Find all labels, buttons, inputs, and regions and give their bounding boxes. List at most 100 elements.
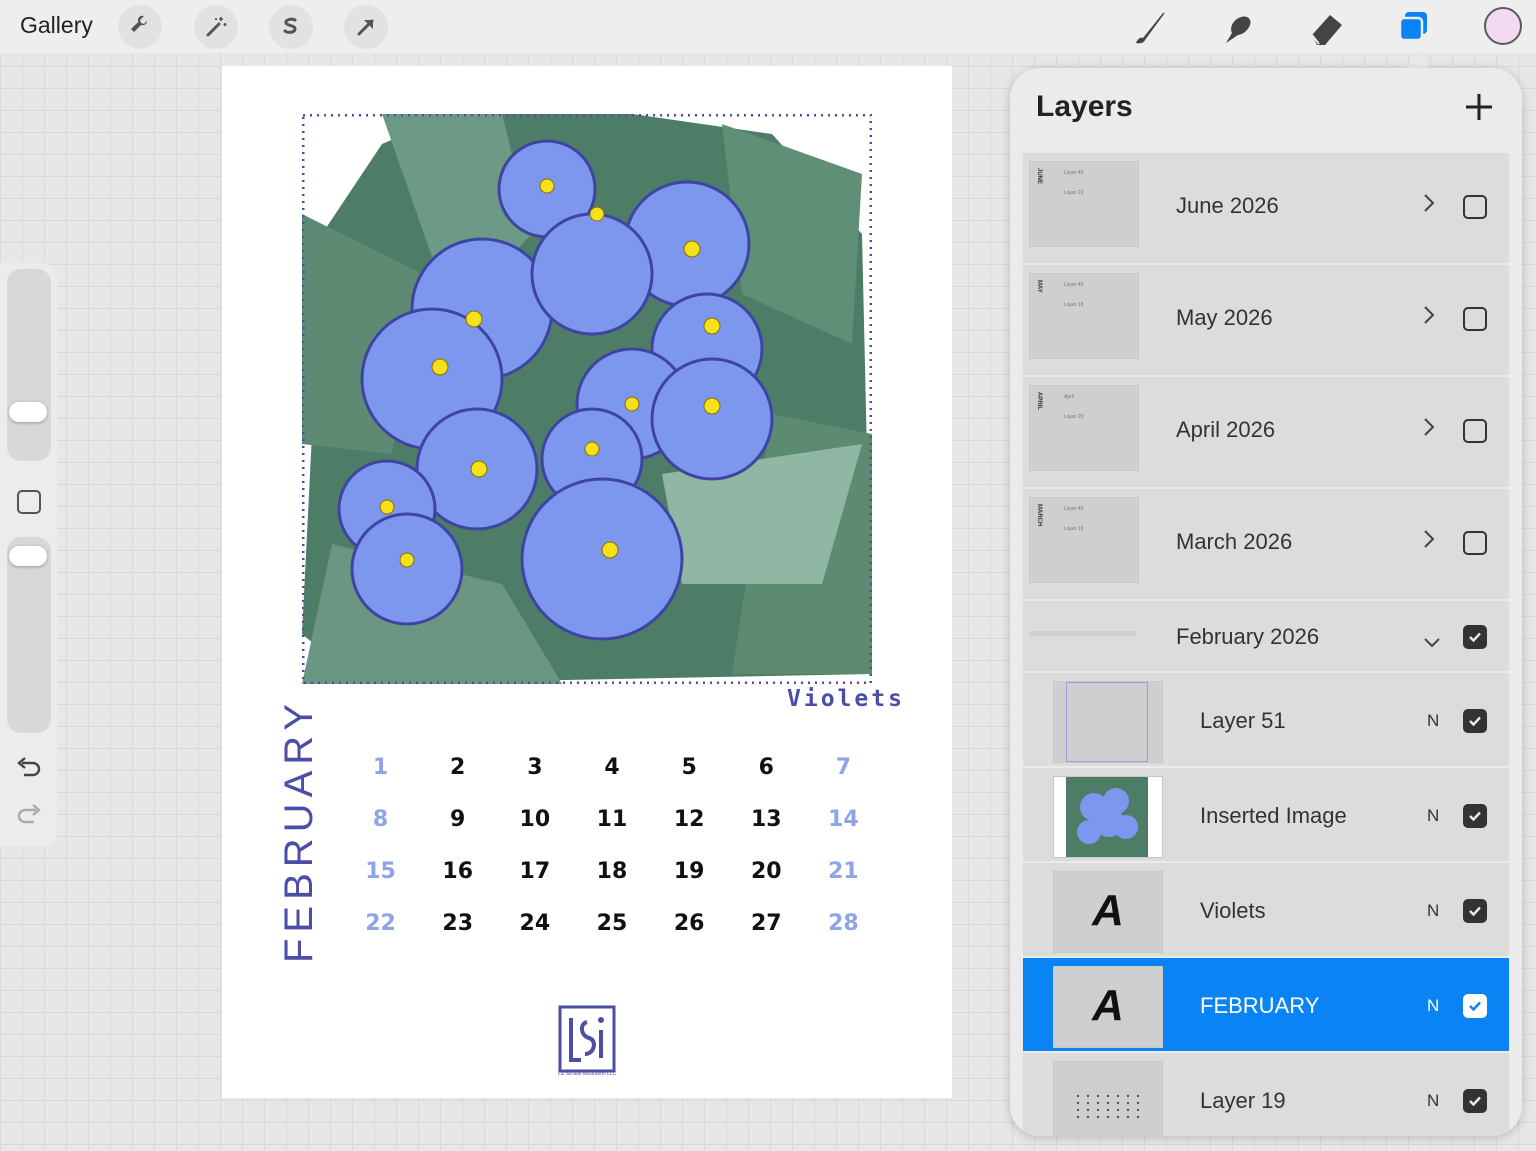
layer-group-thumbnail: JUNE Layer 46 Layer 22	[1029, 161, 1139, 247]
calendar-day: 6	[758, 754, 774, 780]
layer-row[interactable]: Layer 19 N	[1023, 1053, 1509, 1136]
top-toolbar: Gallery	[0, 0, 1536, 53]
blend-mode-button[interactable]: N	[1427, 711, 1439, 731]
gallery-button[interactable]: Gallery	[20, 12, 93, 39]
thumbnail-label: APRIL	[1036, 392, 1042, 410]
chevron-down-icon[interactable]	[1423, 629, 1441, 655]
visibility-checkbox[interactable]	[1463, 419, 1487, 443]
calendar-day: 8	[372, 806, 389, 832]
modify-button[interactable]	[17, 490, 41, 514]
violets-illustration	[302, 114, 872, 684]
blend-mode-button[interactable]: N	[1427, 806, 1439, 826]
layer-group-row[interactable]: APRIL April Layer 20 April 2026	[1023, 377, 1509, 489]
layer-thumbnail	[1053, 776, 1163, 858]
chevron-right-icon[interactable]	[1423, 529, 1435, 555]
calendar-day: 27	[750, 910, 782, 936]
drawing-canvas[interactable]: Violets FEBRUARY 1 2 3 4 5 6 7 8 9 10 11 12 13 14 15 16…	[222, 66, 952, 1098]
thumbnail-label: MARCH	[1036, 504, 1042, 527]
calendar-day: 11	[596, 806, 628, 832]
visibility-checkbox[interactable]	[1463, 307, 1487, 331]
calendar-day: 22	[365, 910, 396, 936]
layer-row[interactable]: A FEBRUARY N	[1023, 958, 1509, 1053]
magic-wand-icon[interactable]	[194, 5, 238, 49]
transform-arrow-icon[interactable]	[344, 5, 388, 49]
calendar-day: 13	[750, 806, 782, 832]
layer-group-name: March 2026	[1176, 529, 1293, 554]
layer-thumbnail: A	[1053, 966, 1163, 1048]
visibility-checkbox[interactable]	[1463, 709, 1487, 733]
eraser-icon[interactable]	[1304, 5, 1348, 49]
blank-frame	[1066, 682, 1148, 762]
layer-group-row-expanded[interactable]: February 2026	[1023, 601, 1509, 673]
smudge-icon[interactable]	[1216, 5, 1260, 49]
visibility-checkbox[interactable]	[1463, 531, 1487, 555]
calendar-day: 26	[673, 910, 705, 936]
layer-group-row[interactable]: MARCH Layer 46 Layer 19 March 2026	[1023, 489, 1509, 601]
layer-thumbnail	[1053, 681, 1163, 763]
calendar-day: 14	[828, 806, 859, 832]
visibility-checkbox[interactable]	[1463, 899, 1487, 923]
layer-group-row[interactable]: MAY Layer 46 Layer 18 May 2026	[1023, 265, 1509, 377]
calendar-week: 22 23 24 25 26 27 28	[342, 897, 882, 949]
redo-icon[interactable]	[16, 804, 42, 833]
calendar-day: 5	[681, 754, 697, 780]
selection-icon[interactable]	[269, 5, 313, 49]
calendar-day: 3	[527, 754, 543, 780]
thumbnail-mini-label: Layer 46	[1064, 282, 1084, 288]
calendar-day: 17	[519, 858, 551, 884]
calendar-day: 2	[450, 754, 466, 780]
calendar-day: 25	[596, 910, 628, 936]
calendar-day: 18	[596, 858, 628, 884]
blend-mode-button[interactable]: N	[1427, 996, 1439, 1016]
layer-thumbnail: A	[1053, 871, 1163, 953]
layer-group-name: May 2026	[1176, 305, 1273, 330]
undo-icon[interactable]	[16, 757, 42, 786]
text-layer-icon: A	[1092, 981, 1124, 1030]
layer-group-thumbnail: MARCH Layer 46 Layer 19	[1029, 497, 1139, 583]
layer-group-thumbnail: MAY Layer 46 Layer 18	[1029, 273, 1139, 359]
visibility-checkbox[interactable]	[1463, 804, 1487, 828]
chevron-right-icon[interactable]	[1423, 417, 1435, 443]
blend-mode-button[interactable]: N	[1427, 1091, 1439, 1111]
opacity-knob[interactable]	[9, 546, 47, 566]
layer-name: Layer 51	[1200, 708, 1286, 733]
logo-caption: Liz Stroble Illustration LLC	[557, 1071, 617, 1077]
layers-panel-title: Layers	[1036, 90, 1133, 123]
visibility-checkbox[interactable]	[1463, 994, 1487, 1018]
visibility-checkbox[interactable]	[1463, 195, 1487, 219]
brush-size-slider[interactable]	[7, 269, 51, 461]
layers-icon[interactable]	[1392, 5, 1436, 49]
layer-group-name: June 2026	[1176, 193, 1279, 218]
wrench-icon[interactable]	[118, 5, 162, 49]
layer-name: FEBRUARY	[1200, 993, 1320, 1018]
opacity-slider[interactable]	[7, 537, 51, 733]
layer-row[interactable]: Layer 51 N	[1023, 673, 1509, 768]
layer-group-name: April 2026	[1176, 417, 1276, 442]
thumbnail-mini-label: Layer 22	[1064, 190, 1084, 196]
brush-icon[interactable]	[1128, 5, 1172, 49]
layers-panel: Layers JUNE Layer 46 Layer 22 June 2026 MAY L…	[1010, 68, 1522, 1136]
calendar-day: 9	[450, 806, 466, 832]
thumbnail-mini-label: Layer 46	[1064, 170, 1084, 176]
visibility-checkbox[interactable]	[1463, 1089, 1487, 1113]
thumbnail-mini-label: Layer 19	[1064, 526, 1084, 532]
visibility-checkbox[interactable]	[1463, 625, 1487, 649]
chevron-right-icon[interactable]	[1423, 193, 1435, 219]
chevron-right-icon[interactable]	[1423, 305, 1435, 331]
layer-row[interactable]: A Violets N	[1023, 863, 1509, 958]
calendar-day: 4	[604, 754, 620, 780]
blend-mode-button[interactable]: N	[1427, 901, 1439, 921]
brush-size-knob[interactable]	[9, 402, 47, 422]
color-swatch[interactable]	[1484, 7, 1522, 45]
layer-name: Layer 19	[1200, 1088, 1286, 1113]
dots-thumbnail	[1076, 1094, 1140, 1119]
calendar-week: 8 9 10 11 12 13 14	[342, 793, 882, 845]
layer-name: Violets	[1200, 898, 1266, 923]
calendar-day: 10	[519, 806, 551, 832]
calendar-week: 15 16 17 18 19 20 21	[342, 845, 882, 897]
layer-row[interactable]: Inserted Image N	[1023, 768, 1509, 863]
add-layer-icon[interactable]	[1462, 90, 1496, 124]
calendar-day: 19	[673, 858, 705, 884]
calendar-day: 23	[442, 910, 474, 936]
layer-group-row[interactable]: JUNE Layer 46 Layer 22 June 2026	[1023, 153, 1509, 265]
